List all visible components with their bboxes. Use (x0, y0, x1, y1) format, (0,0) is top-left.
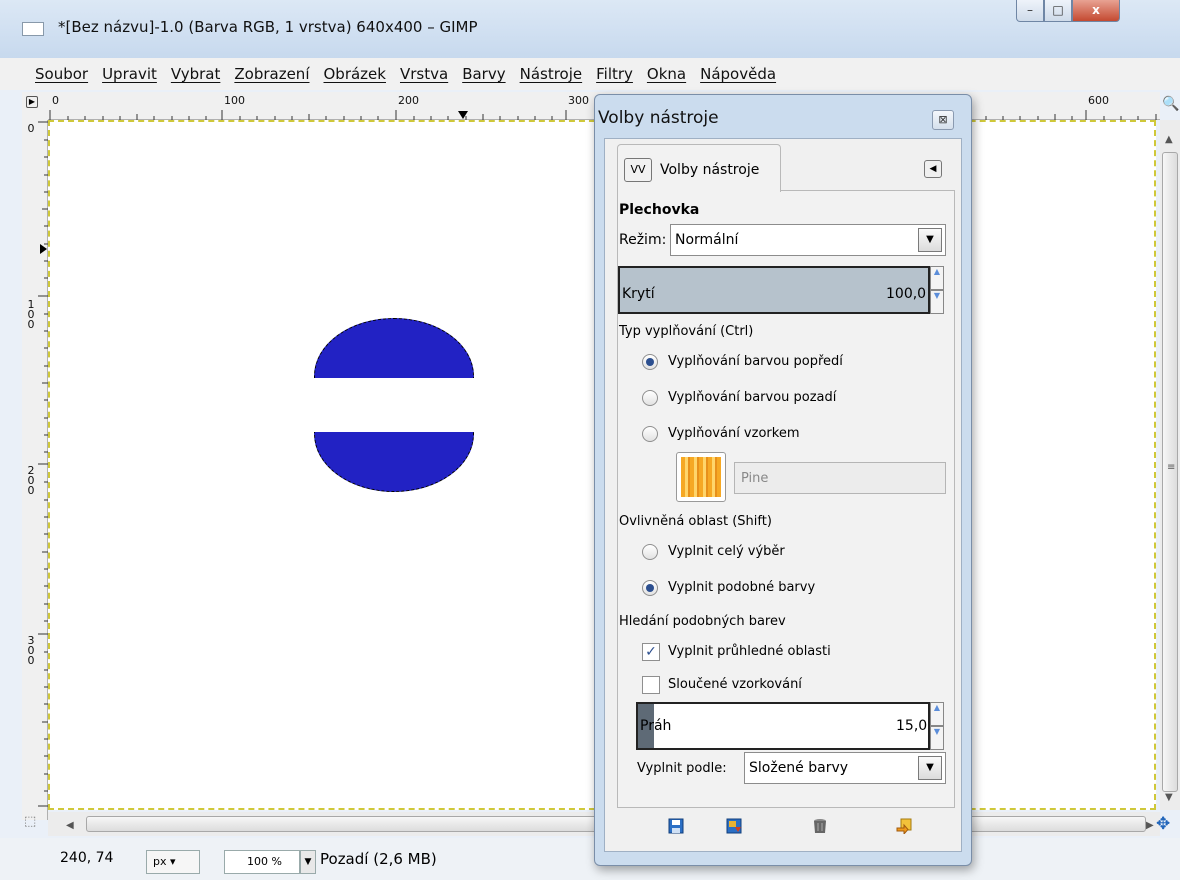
threshold-decrement-button[interactable]: ▼ (930, 726, 944, 750)
scroll-right-icon[interactable]: ▶ (1146, 820, 1154, 831)
option-label[interactable]: Vyplňování barvou popředí (668, 354, 843, 369)
fill-by-label: Vyplnit podle: (637, 761, 727, 776)
fill-by-dropdown-button[interactable]: ▼ (918, 756, 942, 780)
vertical-ruler[interactable]: 0 1 0 0 2 0 0 3 0 0 (22, 120, 48, 820)
threshold-value: 15,0 (896, 718, 928, 734)
pattern-name-field: Pine (734, 462, 946, 494)
radio-bg-color[interactable] (642, 390, 658, 406)
mode-label: Režim: (619, 232, 667, 248)
save-options-icon[interactable] (668, 818, 684, 834)
unit-selector[interactable]: px ▾ (146, 850, 200, 874)
close-button[interactable]: x (1072, 0, 1120, 22)
restore-options-icon[interactable] (726, 818, 742, 834)
tab-label: Volby nástroje (660, 162, 760, 178)
menu-okna[interactable]: Okna (640, 65, 693, 83)
zoom-field[interactable]: 100 % (224, 850, 300, 874)
ruler-corner[interactable]: ▶ (22, 92, 48, 120)
ruler-position-marker-vertical (40, 244, 47, 254)
threshold-slider[interactable] (636, 702, 930, 750)
menu-filtry[interactable]: Filtry (589, 65, 640, 83)
minimize-button[interactable]: – (1016, 0, 1044, 22)
delete-options-icon[interactable] (812, 818, 828, 834)
tool-options-icon: ⅤⅤ (624, 158, 652, 182)
app-window-icon (22, 22, 44, 36)
menu-bar: Soubor Upravit Vybrat Zobrazení Obrázek … (28, 58, 1180, 90)
menu-soubor[interactable]: Soubor (28, 65, 95, 83)
grip-icon: ≡ (1167, 462, 1176, 473)
scroll-left-icon[interactable]: ◀ (66, 820, 74, 831)
option-label[interactable]: Vyplnit celý výběr (668, 544, 785, 559)
menu-napoveda[interactable]: Nápověda (693, 65, 783, 83)
pointer-coordinates: 240, 74 (60, 850, 114, 866)
menu-nastroje[interactable]: Nástroje (513, 65, 590, 83)
opacity-slider[interactable] (618, 266, 930, 314)
opacity-label: Krytí (622, 286, 655, 302)
opacity-value: 100,0 (886, 286, 927, 302)
checkbox-fill-transparent[interactable]: ✓ (642, 643, 660, 661)
menu-barvy[interactable]: Barvy (455, 65, 512, 83)
scroll-up-icon[interactable]: ▲ (1165, 134, 1173, 145)
ruler-ticks (38, 121, 48, 807)
maximize-button[interactable]: □ (1044, 0, 1072, 22)
option-label[interactable]: Vyplňování barvou pozadí (668, 390, 836, 405)
pattern-preview (681, 457, 721, 497)
layer-info: Pozadí (2,6 MB) (320, 850, 437, 868)
menu-zobrazeni[interactable]: Zobrazení (227, 65, 316, 83)
opacity-increment-button[interactable]: ▲ (930, 266, 944, 290)
window-title: *[Bez názvu]-1.0 (Barva RGB, 1 vrstva) 6… (58, 18, 478, 36)
fill-type-label: Typ vyplňování (Ctrl) (619, 324, 754, 339)
navigate-icon[interactable]: ✥ (1156, 814, 1170, 834)
ruler-position-marker (458, 111, 468, 119)
option-label[interactable]: Vyplnit podobné barvy (668, 580, 815, 595)
tool-name: Plechovka (619, 202, 700, 218)
menu-vrstva[interactable]: Vrstva (393, 65, 455, 83)
radio-pattern[interactable] (642, 426, 658, 442)
quick-mask-icon[interactable]: ⬚ (24, 814, 36, 829)
radio-fg-color[interactable] (642, 354, 658, 370)
option-label[interactable]: Sloučené vzorkování (668, 677, 802, 692)
zoom-toggle-icon[interactable]: 🔍 (1162, 96, 1179, 112)
option-label[interactable]: Vyplnit průhledné oblasti (668, 644, 831, 659)
similar-colors-label: Hledání podobných barev (619, 614, 786, 629)
menu-upravit[interactable]: Upravit (95, 65, 164, 83)
fill-by-select[interactable]: Složené barvy (744, 752, 946, 784)
unit-value: px (153, 855, 167, 868)
mode-select[interactable]: Normální (670, 224, 946, 256)
opacity-decrement-button[interactable]: ▼ (930, 290, 944, 314)
menu-arrow-icon[interactable]: ▶ (26, 96, 38, 108)
threshold-label: Práh (640, 718, 672, 734)
reset-options-icon[interactable] (896, 818, 912, 834)
threshold-increment-button[interactable]: ▲ (930, 702, 944, 726)
dialog-title: Volby nástroje (598, 108, 719, 128)
radio-fill-selection[interactable] (642, 544, 658, 560)
pattern-swatch[interactable] (676, 452, 726, 502)
affected-area-label: Ovlivněná oblast (Shift) (619, 514, 772, 529)
menu-vybrat[interactable]: Vybrat (164, 65, 228, 83)
zoom-dropdown-button[interactable]: ▼ (300, 850, 316, 874)
option-label[interactable]: Vyplňování vzorkem (668, 426, 799, 441)
menu-obrazek[interactable]: Obrázek (317, 65, 393, 83)
mode-dropdown-button[interactable]: ▼ (918, 228, 942, 252)
checkbox-sample-merged[interactable] (642, 676, 660, 694)
radio-fill-similar[interactable] (642, 580, 658, 596)
dialog-close-button[interactable]: ⊠ (932, 110, 954, 130)
tab-menu-button[interactable]: ◀ (924, 160, 942, 178)
scroll-down-icon[interactable]: ▼ (1165, 792, 1173, 803)
